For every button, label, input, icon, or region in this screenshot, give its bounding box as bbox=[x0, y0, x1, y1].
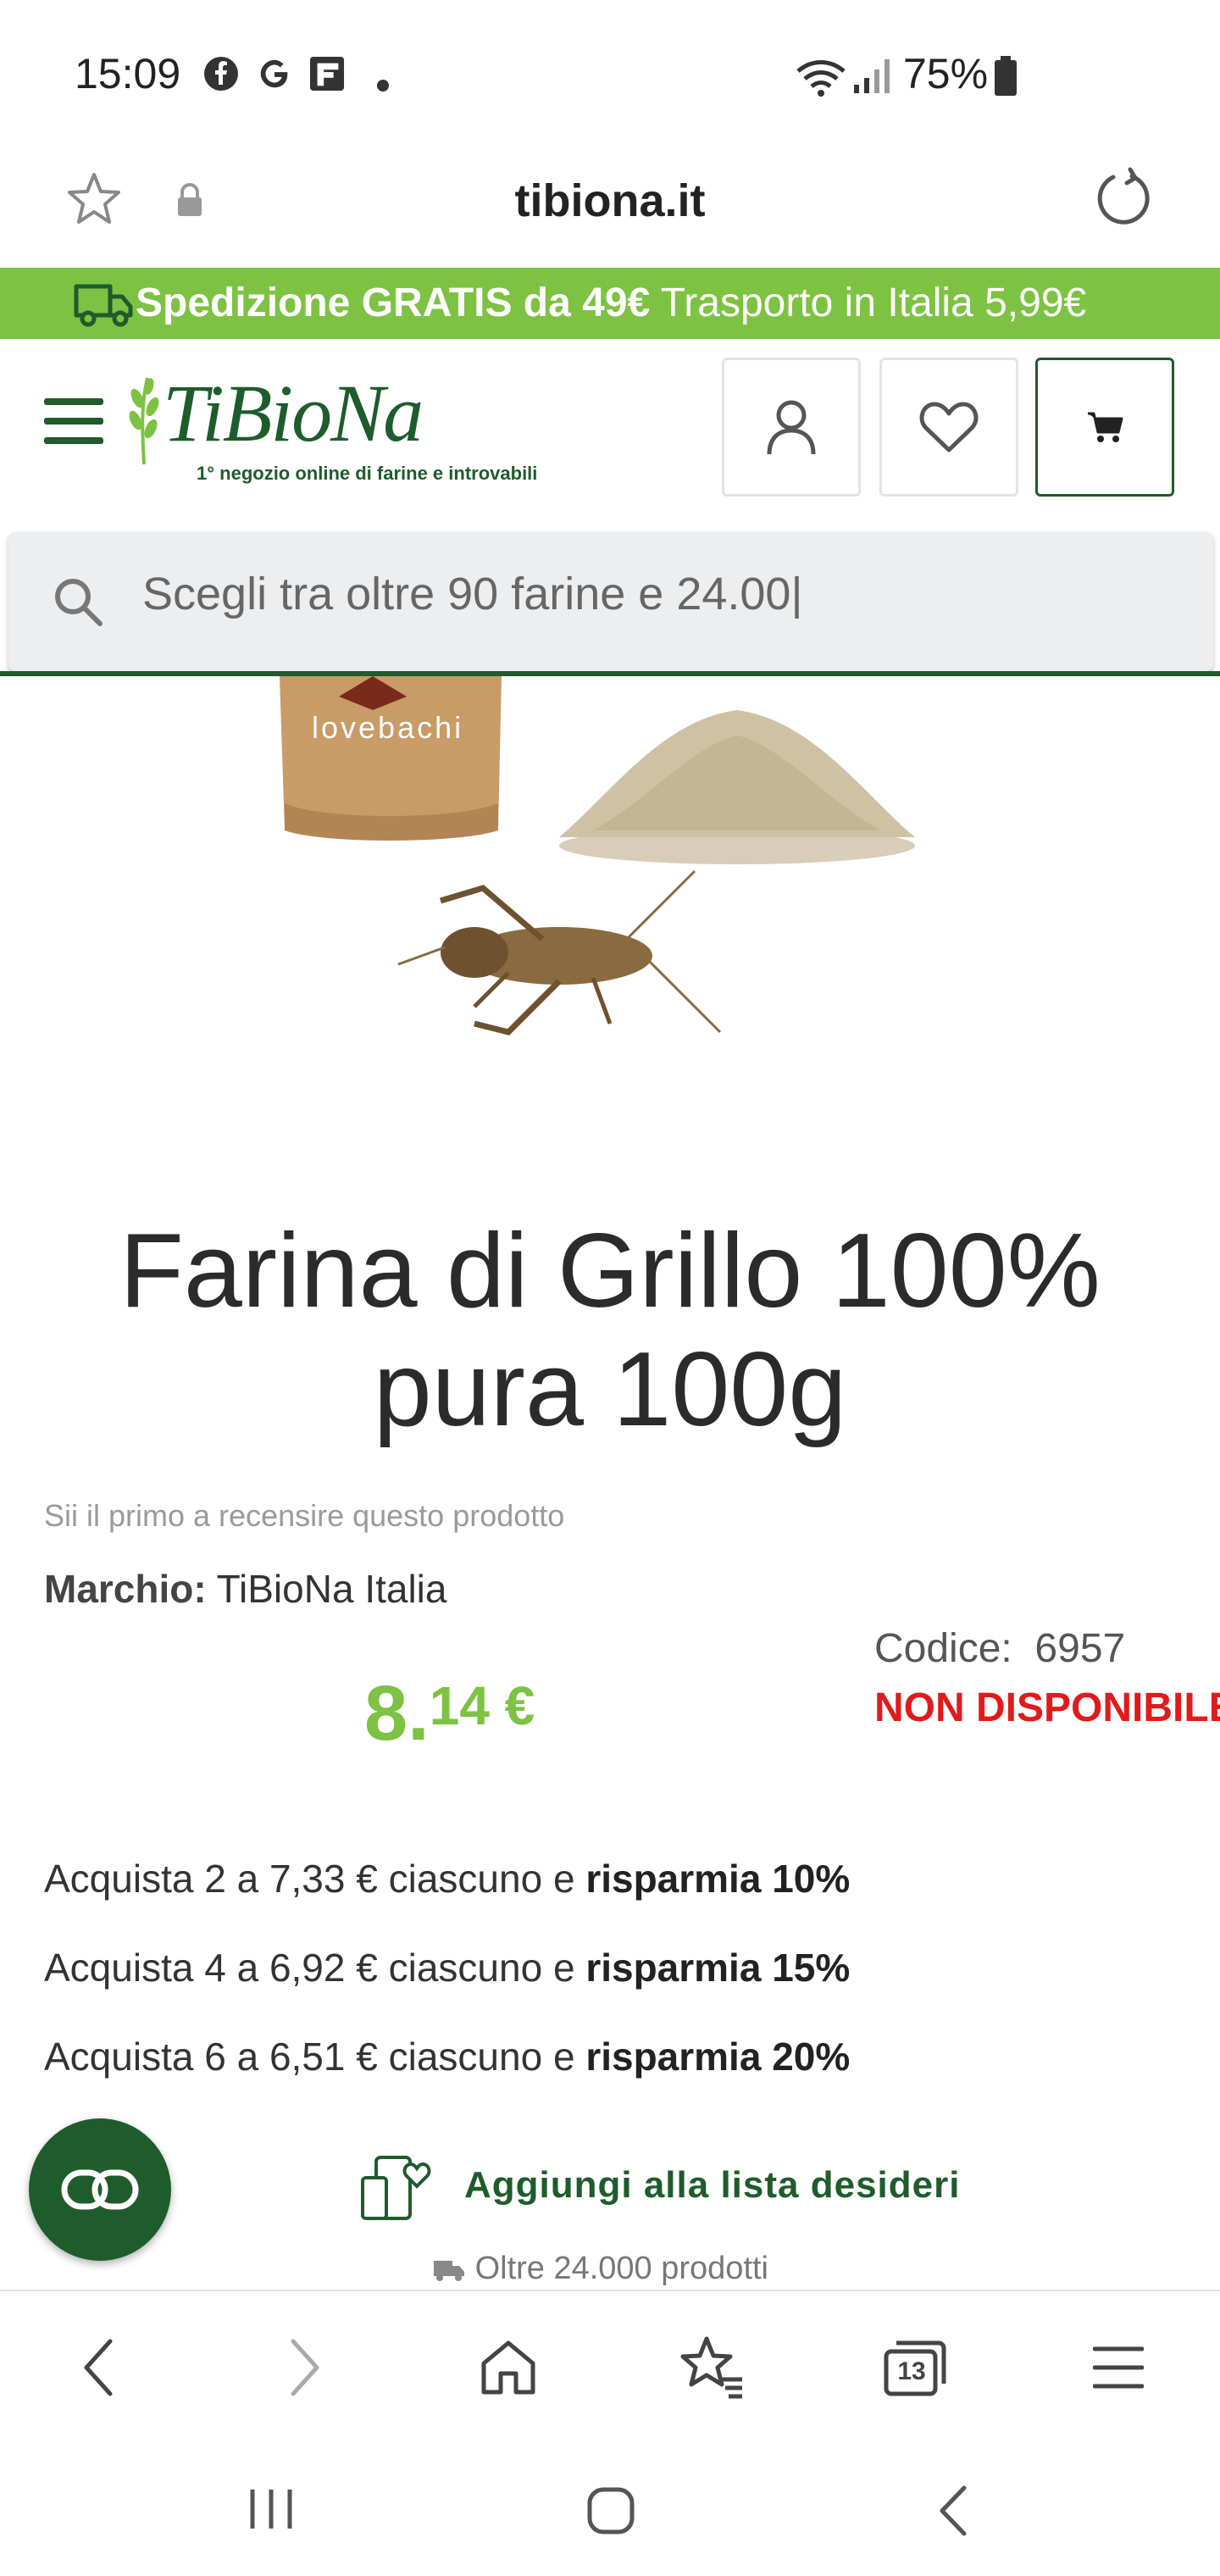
back-button[interactable] bbox=[56, 2325, 141, 2410]
package-label: lovebachi bbox=[312, 710, 463, 746]
promo-text: Spedizione GRATIS da 49€ Trasporto in It… bbox=[136, 280, 1086, 326]
user-icon bbox=[767, 400, 816, 455]
promo-bold-text: Spedizione GRATIS da 49€ bbox=[136, 280, 651, 325]
logo-tagline: 1° negozio online di farine e introvabil… bbox=[197, 463, 538, 484]
tier-saving: risparmia 10% bbox=[585, 1857, 851, 1901]
tier-text: Acquista 6 a 6,51 € ciascuno e bbox=[44, 2035, 586, 2079]
home-button[interactable] bbox=[466, 2325, 551, 2410]
reload-icon[interactable] bbox=[1095, 166, 1154, 230]
tier-saving: risparmia 15% bbox=[585, 1946, 851, 1990]
tier-text: Acquista 4 a 6,92 € ciascuno e bbox=[44, 1946, 586, 1990]
truck-icon bbox=[434, 2260, 464, 2281]
tier-saving: risparmia 20% bbox=[585, 2035, 851, 2079]
price-integer: 8. bbox=[364, 1670, 430, 1757]
shipping-note: Oltre 24.000 prodotti bbox=[432, 2251, 768, 2287]
brand-label: Marchio: bbox=[44, 1567, 207, 1611]
browser-url-bar: tibiona.it bbox=[0, 144, 1220, 268]
recent-apps-icon[interactable] bbox=[246, 2486, 297, 2532]
tabs-button[interactable]: 13 bbox=[873, 2325, 957, 2410]
wishlist-header-button[interactable] bbox=[879, 358, 1018, 497]
wishlist-device-heart-icon bbox=[361, 2156, 431, 2220]
price-decimal: 14 € bbox=[429, 1675, 535, 1736]
search-input[interactable]: Scegli tra oltre 90 farine e 24.00| bbox=[142, 568, 803, 620]
tabs-count: 13 bbox=[897, 2357, 926, 2385]
search-icon bbox=[55, 579, 103, 626]
price-tier-3: Acquista 6 a 6,51 € ciascuno e risparmia… bbox=[44, 2034, 850, 2079]
product-image[interactable]: lovebachi bbox=[0, 676, 1220, 1151]
wheat-logo-icon bbox=[129, 377, 159, 465]
package-brand: lovebachi bbox=[312, 710, 464, 745]
menu-icon bbox=[1093, 2346, 1144, 2389]
google-icon bbox=[260, 59, 288, 88]
compare-fab[interactable] bbox=[29, 2118, 171, 2261]
price-tier-1: Acquista 2 a 7,33 € ciascuno e risparmia… bbox=[44, 1856, 850, 1901]
status-time: 15:09 bbox=[75, 50, 181, 97]
code-value: 6957 bbox=[1034, 1626, 1126, 1671]
site-header: TiBioNa 1° negozio online di farine e in… bbox=[0, 339, 1220, 527]
product-photo bbox=[280, 676, 915, 1035]
review-prompt-link[interactable]: Sii il primo a recensire questo prodotto bbox=[44, 1498, 564, 1534]
chevron-left-icon bbox=[84, 2339, 113, 2396]
chevron-right-icon bbox=[291, 2339, 319, 2396]
flipboard-icon bbox=[309, 56, 345, 92]
wishlist-label: Aggiungi alla lista desideri bbox=[464, 2164, 961, 2206]
facebook-icon bbox=[204, 57, 238, 91]
forward-button[interactable] bbox=[263, 2325, 347, 2410]
site-logo[interactable]: TiBioNa 1° negozio online di farine e in… bbox=[119, 368, 537, 491]
star-list-icon bbox=[680, 2336, 742, 2399]
shipping-promo-banner[interactable]: Spedizione GRATIS da 49€ Trasporto in It… bbox=[0, 268, 1220, 339]
delivery-truck-icon bbox=[74, 284, 133, 327]
search-bar[interactable]: Scegli tra oltre 90 farine e 24.00| bbox=[8, 532, 1213, 671]
system-home-icon[interactable] bbox=[585, 2484, 637, 2537]
logo-wordmark: TiBioNa bbox=[163, 368, 424, 458]
promo-regular-text: Trasporto in Italia 5,99€ bbox=[650, 280, 1087, 325]
product-title: Farina di Grillo 100% pura 100g bbox=[119, 1213, 1101, 1448]
product-brand: Marchio: TiBioNa Italia bbox=[44, 1566, 446, 1612]
account-button[interactable] bbox=[722, 358, 861, 497]
availability-status: NON DISPONIBILE bbox=[874, 1685, 1220, 1730]
status-bar: 15:09 75% bbox=[0, 0, 1220, 144]
shipping-note-text: Oltre 24.000 prodotti bbox=[474, 2251, 768, 2286]
bookmarks-button[interactable] bbox=[669, 2325, 754, 2410]
signal-icon bbox=[854, 59, 890, 93]
code-label: Codice: bbox=[874, 1626, 1012, 1671]
brand-value[interactable]: TiBioNa Italia bbox=[207, 1567, 447, 1611]
url-domain[interactable]: tibiona.it bbox=[0, 175, 1220, 227]
hamburger-menu-icon[interactable] bbox=[42, 395, 107, 447]
home-icon bbox=[481, 2340, 535, 2395]
battery-percent: 75% bbox=[903, 50, 989, 97]
system-back-icon[interactable] bbox=[935, 2484, 969, 2537]
browser-toolbar: 13 bbox=[0, 2290, 1220, 2446]
product-price: 8.14 € bbox=[364, 1669, 535, 1758]
system-navigation-bar bbox=[0, 2444, 1220, 2576]
browser-menu-button[interactable] bbox=[1076, 2325, 1161, 2410]
wifi-icon bbox=[796, 60, 846, 97]
battery-icon bbox=[995, 56, 1017, 96]
heart-icon bbox=[919, 402, 979, 452]
dot-icon bbox=[377, 80, 389, 92]
cart-button[interactable] bbox=[1035, 358, 1174, 497]
tier-text: Acquista 2 a 7,33 € ciascuno e bbox=[44, 1857, 586, 1901]
product-code: Codice: 6957 bbox=[874, 1625, 1125, 1672]
shopping-cart-icon bbox=[1088, 412, 1123, 442]
price-tier-2: Acquista 4 a 6,92 € ciascuno e risparmia… bbox=[44, 1945, 850, 1990]
link-icon bbox=[61, 2169, 139, 2210]
